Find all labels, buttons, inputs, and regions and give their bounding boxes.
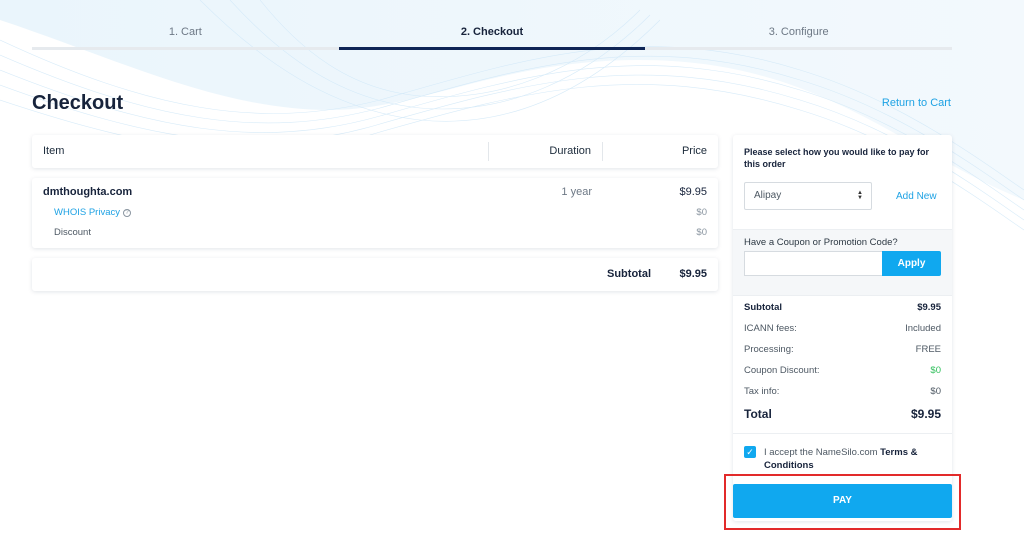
total-value: $9.95 bbox=[910, 407, 941, 421]
checkmark-icon: ✓ bbox=[746, 447, 754, 457]
terms-acceptance: I accept the NameSilo.com Terms & Condit… bbox=[764, 446, 944, 472]
whois-privacy-addon[interactable]: WHOIS Privacy? bbox=[54, 207, 131, 218]
total-label: Total bbox=[744, 407, 772, 421]
column-divider bbox=[602, 142, 603, 161]
subtotal-label: Subtotal bbox=[607, 268, 651, 280]
discount-label: Discount bbox=[54, 227, 91, 238]
icann-value: Included bbox=[905, 323, 941, 334]
payment-sidebar: Please select how you would like to pay … bbox=[733, 135, 952, 521]
step-checkout: 2. Checkout bbox=[338, 0, 646, 52]
apply-coupon-button[interactable]: Apply bbox=[882, 251, 941, 276]
coupon-label: Have a Coupon or Promotion Code? bbox=[744, 237, 898, 248]
divider bbox=[733, 433, 952, 434]
order-item-row: dmthoughta.com 1 year $9.95 WHOIS Privac… bbox=[32, 178, 718, 248]
order-summary: Subtotal $9.95 ICANN fees: Included Proc… bbox=[744, 302, 941, 435]
tax-label: Tax info: bbox=[744, 386, 780, 397]
column-divider bbox=[488, 142, 489, 161]
whois-privacy-price: $0 bbox=[696, 207, 707, 218]
icann-label: ICANN fees: bbox=[744, 323, 797, 334]
page-title: Checkout bbox=[32, 92, 124, 114]
summary-subtotal-value: $9.95 bbox=[917, 302, 941, 313]
tax-value: $0 bbox=[930, 386, 941, 397]
terms-checkbox[interactable]: ✓ bbox=[744, 446, 756, 458]
item-price: $9.95 bbox=[679, 186, 707, 198]
subtotal-row: Subtotal $9.95 bbox=[32, 258, 718, 291]
step-configure: 3. Configure bbox=[645, 0, 952, 52]
summary-processing: Processing: FREE bbox=[744, 344, 941, 365]
processing-label: Processing: bbox=[744, 344, 794, 355]
summary-tax: Tax info: $0 bbox=[744, 386, 941, 407]
processing-value: FREE bbox=[915, 344, 941, 355]
summary-icann: ICANN fees: Included bbox=[744, 323, 941, 344]
subtotal-value: $9.95 bbox=[679, 268, 707, 280]
discount-price: $0 bbox=[696, 227, 707, 238]
return-to-cart-link[interactable]: Return to Cart bbox=[882, 97, 951, 109]
accept-prefix: I accept the NameSilo.com bbox=[764, 447, 878, 458]
header-price: Price bbox=[681, 145, 707, 157]
summary-coupon-discount: Coupon Discount: $0 bbox=[744, 365, 941, 386]
divider bbox=[733, 295, 952, 296]
progress-steps: 1. Cart 2. Checkout 3. Configure bbox=[32, 0, 952, 52]
summary-subtotal-label: Subtotal bbox=[744, 302, 782, 313]
divider bbox=[733, 229, 952, 230]
payment-method-value: Alipay bbox=[754, 190, 782, 201]
whois-privacy-label[interactable]: WHOIS Privacy bbox=[54, 207, 120, 218]
add-new-payment-link[interactable]: Add New bbox=[896, 191, 937, 202]
item-duration: 1 year bbox=[561, 186, 592, 198]
domain-name: dmthoughta.com bbox=[43, 186, 133, 198]
summary-total: Total $9.95 bbox=[744, 407, 941, 435]
order-table-header: Item Duration Price bbox=[32, 135, 718, 168]
step-cart[interactable]: 1. Cart bbox=[32, 0, 339, 52]
summary-subtotal: Subtotal $9.95 bbox=[744, 302, 941, 323]
payment-prompt: Please select how you would like to pay … bbox=[744, 147, 930, 169]
coupon-discount-value: $0 bbox=[930, 365, 941, 376]
coupon-discount-label: Coupon Discount: bbox=[744, 365, 820, 376]
payment-method-select[interactable]: Alipay ▲ ▼ bbox=[744, 182, 872, 210]
select-arrows-icon: ▲ ▼ bbox=[857, 190, 863, 201]
header-duration: Duration bbox=[549, 145, 591, 157]
header-item: Item bbox=[43, 145, 65, 157]
pay-button[interactable]: PAY bbox=[733, 484, 952, 518]
coupon-input[interactable] bbox=[744, 251, 883, 276]
help-icon[interactable]: ? bbox=[122, 209, 131, 217]
